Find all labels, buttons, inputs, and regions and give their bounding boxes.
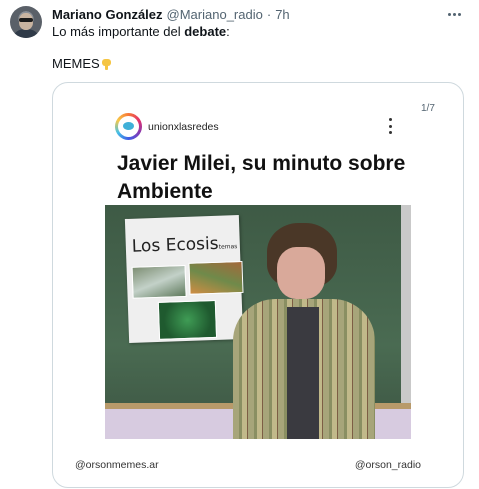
instagram-post-header: unionxlasredes xyxy=(115,113,405,143)
backhand-index-pointing-down-icon xyxy=(101,58,112,70)
avatar[interactable] xyxy=(10,6,42,38)
tweet-text-suffix: : xyxy=(226,24,230,39)
more-options-icon[interactable] xyxy=(445,8,463,20)
media-image[interactable]: 1/7 unionxlasredes Javier Milei, su minu… xyxy=(52,82,464,488)
separator-dot: · xyxy=(266,6,272,22)
author-name[interactable]: Mariano González xyxy=(52,7,163,22)
author-handle[interactable]: @Mariano_radio xyxy=(167,7,263,22)
account-logo-icon xyxy=(115,113,142,140)
waterfall-photo xyxy=(131,264,187,299)
meme-photo: Los Ecosistemas xyxy=(105,205,411,439)
tweet-text-line-1: Lo más importante del debate: xyxy=(52,24,230,39)
avatar-glasses-shape xyxy=(19,18,33,22)
image-counter: 1/7 xyxy=(421,103,435,114)
presenter-figure xyxy=(223,223,383,439)
tweet[interactable]: Mariano González @Mariano_radio · 7h Lo … xyxy=(0,0,479,489)
tweet-text-prefix: Lo más importante del xyxy=(52,24,185,39)
credit-left: @orsonmemes.ar xyxy=(75,459,159,471)
timestamp[interactable]: 7h xyxy=(275,7,289,22)
tweet-text-bold: debate xyxy=(184,24,227,39)
undershirt xyxy=(287,307,319,439)
credit-right: @orson_radio xyxy=(354,459,421,471)
instagram-account-name: unionxlasredes xyxy=(148,121,219,133)
tweet-text-line-2: MEMES xyxy=(52,56,112,71)
meme-credits: @orsonmemes.ar @orson_radio xyxy=(53,459,463,475)
tweet-text-memes: MEMES xyxy=(52,56,100,71)
vertical-dots-icon xyxy=(389,118,393,134)
poster-title-main: Los Ecosis xyxy=(131,233,219,257)
meme-title: Javier Milei, su minuto sobre Ambiente xyxy=(117,152,406,203)
avatar-body-shape xyxy=(14,29,38,38)
jungle-photo xyxy=(157,299,218,340)
tweet-header: Mariano González @Mariano_radio · 7h xyxy=(52,6,290,22)
face xyxy=(277,247,325,299)
poster-title: Los Ecosistemas xyxy=(131,233,237,257)
